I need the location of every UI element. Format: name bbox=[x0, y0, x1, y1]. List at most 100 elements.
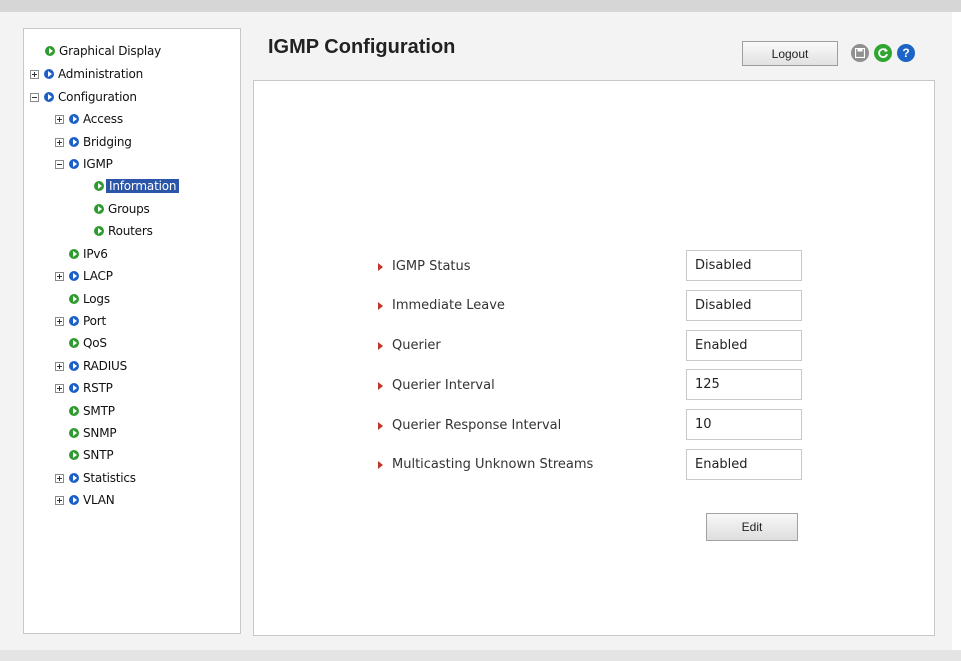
green-arrow-icon bbox=[69, 294, 79, 304]
tree-item-administration[interactable]: Administration bbox=[30, 65, 143, 83]
blue-arrow-icon bbox=[69, 271, 79, 281]
field-label-querier-interval: Querier Interval bbox=[377, 378, 495, 393]
field-label-text: Immediate Leave bbox=[392, 298, 505, 313]
tree-item-graphical-display[interactable]: Graphical Display bbox=[45, 42, 161, 60]
expand-icon[interactable] bbox=[55, 114, 64, 124]
blue-arrow-icon bbox=[69, 114, 79, 124]
tree-item-label: SNTP bbox=[83, 448, 114, 462]
field-label-text: Querier Response Interval bbox=[392, 418, 562, 433]
tree-item-label: VLAN bbox=[83, 493, 115, 507]
tree-item-access[interactable]: Access bbox=[55, 110, 123, 128]
collapse-icon[interactable] bbox=[30, 92, 39, 102]
tree-item-label: Information bbox=[106, 179, 180, 193]
expand-icon[interactable] bbox=[30, 69, 39, 79]
expand-icon[interactable] bbox=[55, 495, 64, 505]
tree-item-configuration[interactable]: Configuration bbox=[30, 88, 137, 106]
green-arrow-icon bbox=[69, 428, 79, 438]
tree-item-ipv6[interactable]: IPv6 bbox=[69, 245, 108, 263]
navigation-tree: Graphical Display Administration Configu… bbox=[23, 28, 241, 634]
blue-arrow-icon bbox=[44, 69, 54, 79]
tree-item-label: RSTP bbox=[83, 381, 113, 395]
blue-arrow-icon bbox=[69, 495, 79, 505]
tree-item-rstp[interactable]: RSTP bbox=[55, 379, 113, 397]
blue-arrow-icon bbox=[69, 383, 79, 393]
field-label-querier: Querier bbox=[377, 338, 441, 353]
querier-response-interval-value: 10 bbox=[686, 409, 802, 440]
field-label-text: IGMP Status bbox=[392, 259, 471, 274]
field-label-text: Querier bbox=[392, 338, 441, 353]
tree-item-label: Port bbox=[83, 314, 106, 328]
field-label-text: Multicasting Unknown Streams bbox=[392, 457, 594, 472]
tree-item-qos[interactable]: QoS bbox=[69, 334, 107, 352]
tree-item-logs[interactable]: Logs bbox=[69, 290, 110, 308]
tree-item-groups[interactable]: Groups bbox=[94, 200, 150, 218]
logout-button[interactable]: Logout bbox=[742, 41, 838, 66]
collapse-icon[interactable] bbox=[55, 159, 64, 169]
refresh-icon[interactable] bbox=[874, 44, 892, 62]
save-icon[interactable] bbox=[851, 44, 869, 62]
green-arrow-icon bbox=[94, 204, 104, 214]
tree-item-label: Routers bbox=[108, 224, 153, 238]
expand-icon[interactable] bbox=[55, 473, 64, 483]
green-arrow-icon bbox=[69, 249, 79, 259]
tree-item-label: Graphical Display bbox=[59, 44, 162, 58]
green-arrow-icon bbox=[69, 450, 79, 460]
tree-item-vlan[interactable]: VLAN bbox=[55, 491, 115, 509]
tree-item-port[interactable]: Port bbox=[55, 312, 106, 330]
tree-item-bridging[interactable]: Bridging bbox=[55, 133, 132, 151]
expand-icon[interactable] bbox=[55, 271, 64, 281]
green-arrow-icon bbox=[94, 226, 104, 236]
tree-item-label: LACP bbox=[83, 269, 113, 283]
expand-icon[interactable] bbox=[55, 137, 64, 147]
tree-item-label: IPv6 bbox=[83, 247, 108, 261]
tree-item-snmp[interactable]: SNMP bbox=[69, 424, 117, 442]
field-label-text: Querier Interval bbox=[392, 378, 495, 393]
field-label-querier-response-interval: Querier Response Interval bbox=[377, 418, 561, 433]
bullet-arrow-icon bbox=[378, 262, 383, 271]
expand-icon[interactable] bbox=[55, 383, 64, 393]
green-arrow-icon bbox=[94, 181, 104, 191]
blue-arrow-icon bbox=[69, 473, 79, 483]
blue-arrow-icon bbox=[69, 361, 79, 371]
edit-button[interactable]: Edit bbox=[706, 513, 798, 541]
querier-value: Enabled bbox=[686, 330, 802, 361]
tree-item-statistics[interactable]: Statistics bbox=[55, 469, 136, 487]
tree-item-label: Bridging bbox=[83, 135, 132, 149]
tree-item-label: SNMP bbox=[83, 426, 117, 440]
blue-arrow-icon bbox=[69, 137, 79, 147]
blue-arrow-icon bbox=[69, 159, 79, 169]
help-icon[interactable]: ? bbox=[897, 44, 915, 62]
tree-item-label: IGMP bbox=[83, 157, 113, 171]
tree-item-sntp[interactable]: SNTP bbox=[69, 446, 114, 464]
tree-item-label: RADIUS bbox=[83, 359, 128, 373]
bottom-bar bbox=[0, 650, 961, 661]
bullet-arrow-icon bbox=[378, 341, 383, 350]
tree-item-label: Administration bbox=[58, 67, 144, 81]
multicasting-unknown-streams-value: Enabled bbox=[686, 449, 802, 480]
tree-item-routers[interactable]: Routers bbox=[94, 222, 153, 240]
field-label-igmp-status: IGMP Status bbox=[377, 259, 471, 274]
tree-item-label: QoS bbox=[83, 336, 107, 350]
tree-item-radius[interactable]: RADIUS bbox=[55, 357, 127, 375]
tree-item-label: Logs bbox=[83, 292, 110, 306]
tree-item-smtp[interactable]: SMTP bbox=[69, 402, 115, 420]
bullet-arrow-icon bbox=[378, 421, 383, 430]
blue-arrow-icon bbox=[44, 92, 54, 102]
field-label-multicasting-unknown-streams: Multicasting Unknown Streams bbox=[377, 457, 593, 472]
blue-arrow-icon bbox=[69, 316, 79, 326]
expand-icon[interactable] bbox=[55, 361, 64, 371]
tree-item-igmp[interactable]: IGMP bbox=[55, 155, 113, 173]
green-arrow-icon bbox=[69, 338, 79, 348]
tree-item-label: Groups bbox=[108, 202, 150, 216]
expand-icon[interactable] bbox=[55, 316, 64, 326]
tree-item-label: Access bbox=[83, 112, 123, 126]
tree-item-label: SMTP bbox=[83, 404, 115, 418]
tree-item-information[interactable]: Information bbox=[94, 177, 180, 195]
igmp-status-value: Disabled bbox=[686, 250, 802, 281]
immediate-leave-value: Disabled bbox=[686, 290, 802, 321]
tree-item-label: Configuration bbox=[58, 90, 137, 104]
querier-interval-value: 125 bbox=[686, 369, 802, 400]
tree-item-lacp[interactable]: LACP bbox=[55, 267, 113, 285]
page-title: IGMP Configuration bbox=[268, 36, 456, 58]
green-arrow-icon bbox=[69, 406, 79, 416]
